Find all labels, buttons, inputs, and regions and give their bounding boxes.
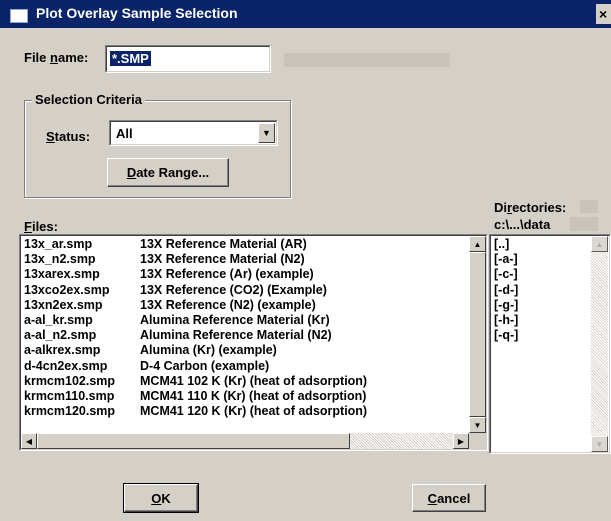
arrow-up-icon: ▲ bbox=[473, 239, 482, 249]
arrow-up-icon: ▲ bbox=[595, 239, 604, 249]
file-list-item[interactable]: 13xco2ex.smp 13X Reference (CO2) (Example… bbox=[24, 283, 327, 297]
file-description: 13X Reference Material (AR) bbox=[140, 237, 307, 251]
files-label: Files: bbox=[24, 219, 58, 234]
file-name-info-field bbox=[284, 53, 450, 67]
ok-button[interactable]: OK bbox=[123, 483, 199, 513]
directories-scroll-down-button[interactable]: ▼ bbox=[591, 436, 608, 452]
file-name: 13xco2ex.smp bbox=[24, 282, 110, 297]
status-label: Status: bbox=[46, 129, 91, 144]
files-vscrollbar[interactable]: ▲ ▼ bbox=[469, 236, 486, 433]
file-list-item[interactable]: 13xarex.smp 13X Reference (Ar) (example) bbox=[24, 267, 314, 281]
close-button[interactable]: × bbox=[596, 4, 611, 24]
directory-list-item[interactable]: [-g-] bbox=[494, 298, 518, 312]
file-name: krmcm120.smp bbox=[24, 404, 116, 419]
arrow-right-icon: ▶ bbox=[457, 436, 465, 446]
files-list[interactable]: 13x_ar.smp 13X Reference Material (AR) 13x… bbox=[19, 234, 488, 451]
current-path: c:\...\data bbox=[494, 217, 551, 232]
files-hscroll-thumb[interactable] bbox=[37, 433, 350, 449]
ok-label: OK bbox=[151, 490, 171, 506]
directory-list-item[interactable]: [-c-] bbox=[494, 267, 518, 281]
cancel-button[interactable]: Cancel bbox=[412, 484, 486, 512]
file-name: 13xarex.smp bbox=[24, 267, 100, 282]
file-list-item[interactable]: d-4cn2ex.smp D-4 Carbon (example) bbox=[24, 359, 269, 373]
selection-criteria-title: Selection Criteria bbox=[32, 92, 145, 107]
files-scroll-corner bbox=[469, 433, 486, 449]
file-list-item[interactable]: krmcm120.smp MCM41 120 K (Kr) (heat of ad… bbox=[24, 404, 367, 418]
file-list-item[interactable]: a-al_n2.smp Alumina Reference Material (N… bbox=[24, 328, 332, 342]
file-description: 13X Reference (CO2) (Example) bbox=[140, 282, 327, 297]
file-description: Alumina Reference Material (Kr) bbox=[140, 313, 330, 327]
file-name-value: *.SMP bbox=[110, 51, 151, 66]
file-name: krmcm110.smp bbox=[24, 389, 115, 403]
window-icon bbox=[10, 9, 28, 23]
file-list-item[interactable]: 13xn2ex.smp 13X Reference (N2) (example) bbox=[24, 298, 316, 312]
file-name: krmcm102.smp bbox=[24, 373, 116, 388]
window-title: Plot Overlay Sample Selection bbox=[36, 5, 238, 21]
file-name: 13x_ar.smp bbox=[24, 237, 93, 251]
files-scroll-up-button[interactable]: ▲ bbox=[469, 236, 486, 252]
file-description: 13X Reference (Ar) (example) bbox=[140, 267, 314, 282]
directories-scroll-up-button[interactable]: ▲ bbox=[591, 236, 608, 252]
file-description: 13X Reference (N2) (example) bbox=[140, 297, 316, 312]
file-name: 13xn2ex.smp bbox=[24, 297, 103, 312]
directories-info-field bbox=[580, 200, 598, 213]
file-list-item[interactable]: 13x_n2.smp 13X Reference Material (N2) bbox=[24, 252, 305, 266]
directory-list-item[interactable]: [-h-] bbox=[494, 313, 518, 327]
file-description: Alumina Reference Material (N2) bbox=[140, 328, 332, 343]
cancel-label: Cancel bbox=[427, 490, 471, 506]
file-description: MCM41 102 K (Kr) (heat of adsorption) bbox=[140, 373, 368, 388]
files-scroll-left-button[interactable]: ◀ bbox=[21, 433, 37, 449]
files-hscrollbar[interactable]: ◀ ▶ bbox=[21, 433, 469, 449]
directory-list-item[interactable]: [..] bbox=[494, 237, 509, 251]
file-name: a-alkrex.smp bbox=[24, 343, 101, 358]
directory-list-item[interactable]: [-q-] bbox=[494, 328, 518, 342]
file-list-item[interactable]: krmcm110.smp MCM41 110 K (Kr) (heat of ad… bbox=[24, 389, 366, 403]
date-range-button[interactable]: Date Range... bbox=[107, 158, 229, 187]
date-range-label: Date Range... bbox=[126, 165, 210, 180]
path-info-field bbox=[570, 217, 598, 231]
directory-list-item[interactable]: [-a-] bbox=[494, 252, 518, 266]
file-description: MCM41 110 K (Kr) (heat of adsorption) bbox=[140, 389, 367, 403]
file-description: MCM41 120 K (Kr) (heat of adsorption) bbox=[140, 404, 368, 419]
arrow-left-icon: ◀ bbox=[25, 436, 33, 446]
status-value: All bbox=[116, 126, 133, 141]
file-name: a-al_n2.smp bbox=[24, 328, 97, 343]
file-name: 13x_n2.smp bbox=[24, 252, 96, 267]
directories-list[interactable]: [..] [-a-] [-c-] [-d-] [-g-] [-h-] [-q-] ▲ ▼ bbox=[489, 234, 611, 454]
status-dropdown-button[interactable]: ▼ bbox=[258, 123, 275, 143]
file-list-item[interactable]: a-al_kr.smp Alumina Reference Material (K… bbox=[24, 313, 330, 327]
file-list-item[interactable]: a-alkrex.smp Alumina (Kr) (example) bbox=[24, 343, 277, 357]
chevron-down-icon: ▼ bbox=[262, 128, 271, 138]
file-name-input[interactable]: *.SMP bbox=[105, 45, 271, 73]
directories-vscrollbar[interactable]: ▲ ▼ bbox=[591, 236, 608, 452]
file-list-item[interactable]: 13x_ar.smp 13X Reference Material (AR) bbox=[24, 237, 307, 251]
arrow-down-icon: ▼ bbox=[595, 439, 604, 449]
status-select[interactable]: All ▼ bbox=[109, 120, 278, 146]
directory-list-item[interactable]: [-d-] bbox=[494, 283, 518, 297]
directories-label: Directories: bbox=[494, 200, 567, 215]
files-scroll-down-button[interactable]: ▼ bbox=[469, 417, 486, 433]
file-list-item[interactable]: krmcm102.smp MCM41 102 K (Kr) (heat of ad… bbox=[24, 374, 367, 388]
file-description: D-4 Carbon (example) bbox=[140, 358, 270, 373]
file-name: a-al_kr.smp bbox=[24, 313, 93, 327]
file-name: d-4cn2ex.smp bbox=[24, 358, 108, 373]
files-scroll-right-button[interactable]: ▶ bbox=[453, 433, 469, 449]
file-description: 13X Reference Material (N2) bbox=[140, 252, 305, 267]
title-bar[interactable]: Plot Overlay Sample Selection × bbox=[0, 0, 611, 28]
file-name-label: File name: bbox=[24, 50, 89, 65]
files-vscroll-thumb[interactable] bbox=[469, 252, 486, 417]
arrow-down-icon: ▼ bbox=[473, 420, 482, 430]
file-description: Alumina (Kr) (example) bbox=[140, 343, 277, 358]
